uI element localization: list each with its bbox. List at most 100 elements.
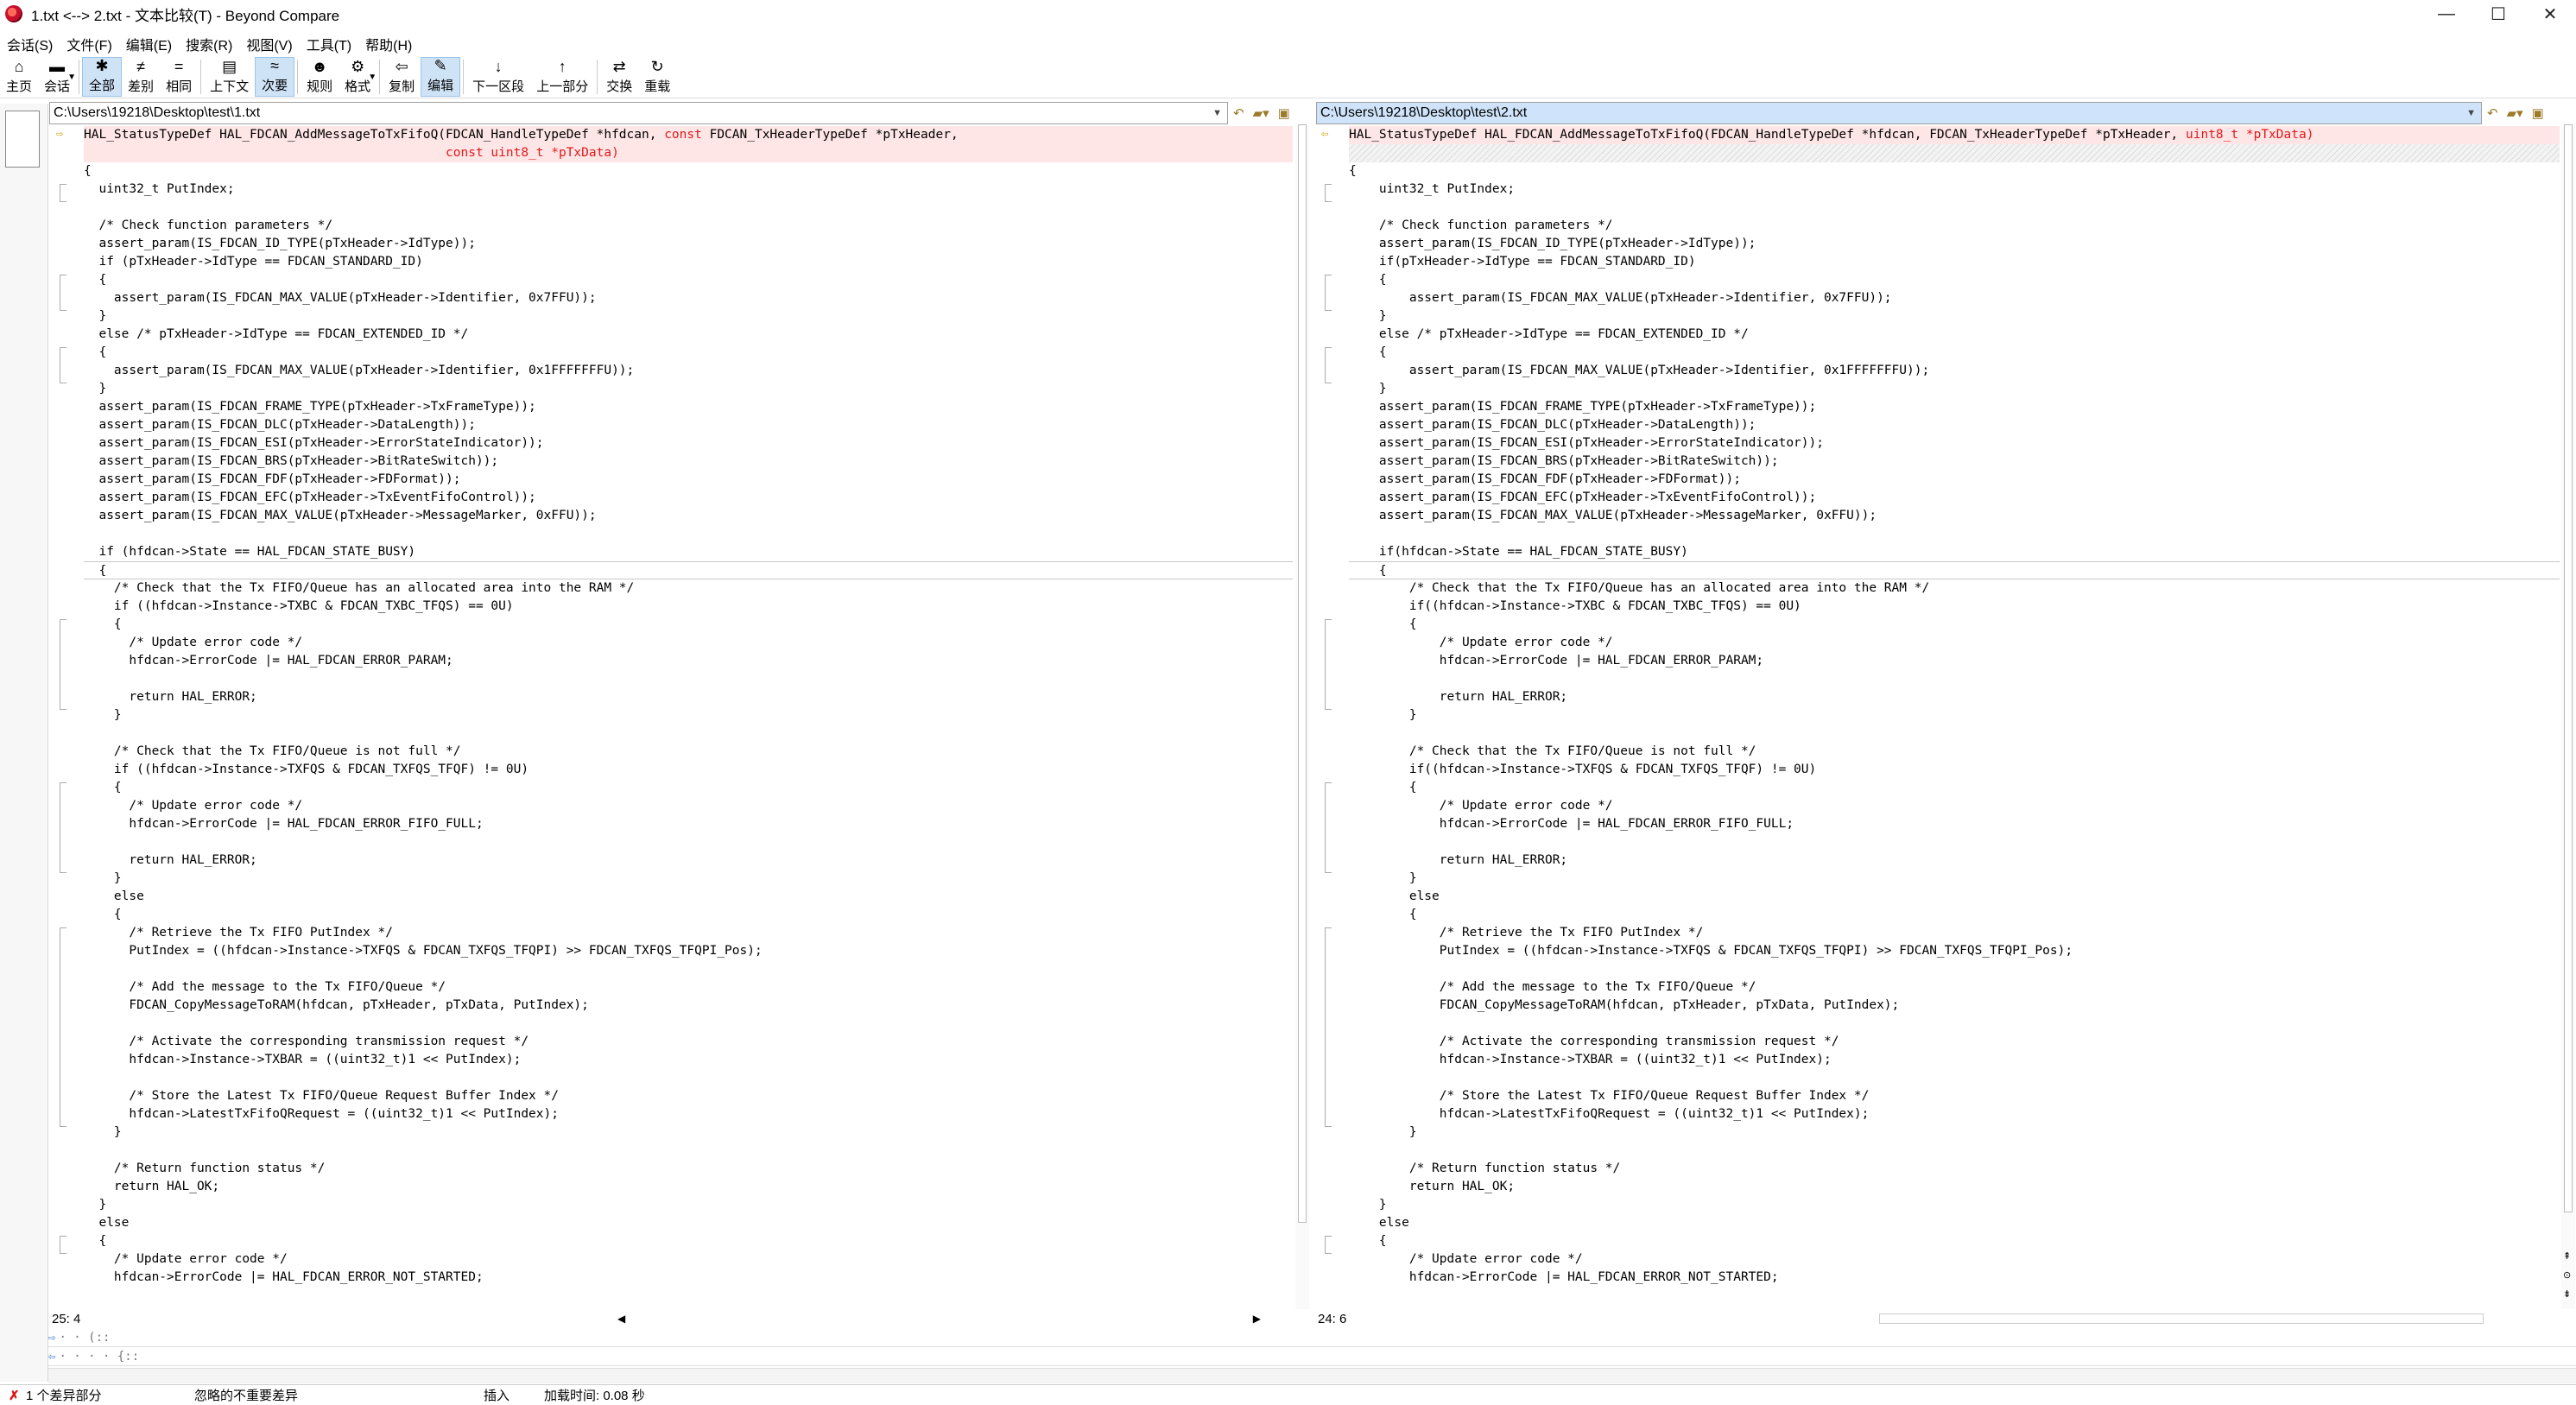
code-line[interactable]: assert_param(IS_FDCAN_ID_TYPE(pTxHeader-…: [84, 235, 1293, 253]
code-line[interactable]: hfdcan->ErrorCode |= HAL_FDCAN_ERROR_FIF…: [1349, 815, 2560, 833]
code-line[interactable]: [84, 1015, 1293, 1033]
dropdown-arrow-icon[interactable]: ▼: [368, 73, 377, 82]
code-line[interactable]: {: [1349, 561, 2560, 579]
code-line[interactable]: /* Update error code */: [84, 1250, 1293, 1269]
code-line[interactable]: /* Return function status */: [84, 1160, 1293, 1178]
left-vertical-scrollbar[interactable]: [1295, 124, 1309, 1309]
code-line[interactable]: [1349, 144, 2560, 162]
code-line[interactable]: assert_param(IS_FDCAN_MAX_VALUE(pTxHeade…: [84, 362, 1293, 380]
code-line[interactable]: {: [84, 616, 1293, 634]
code-line[interactable]: else: [84, 1214, 1293, 1232]
code-line[interactable]: assert_param(IS_FDCAN_ESI(pTxHeader->Err…: [1349, 434, 2560, 453]
code-line[interactable]: [84, 725, 1293, 743]
history-icon[interactable]: ↶: [1233, 105, 1244, 121]
code-line[interactable]: }: [1349, 1196, 2560, 1214]
code-line[interactable]: }: [1349, 307, 2560, 326]
code-line[interactable]: /* Retrieve the Tx FIFO PutIndex */: [84, 924, 1293, 942]
code-line[interactable]: if ((hfdcan->Instance->TXBC & FDCAN_TXBC…: [84, 598, 1293, 616]
detail-scrollbar[interactable]: [48, 1368, 2576, 1383]
code-line[interactable]: }: [84, 870, 1293, 888]
session-button[interactable]: ▬ 会话 ▼: [38, 57, 76, 97]
code-line[interactable]: hfdcan->ErrorCode |= HAL_FDCAN_ERROR_FIF…: [84, 815, 1293, 833]
code-line[interactable]: [1349, 525, 2560, 543]
code-line[interactable]: if((hfdcan->Instance->TXBC & FDCAN_TXBC_…: [1349, 598, 2560, 616]
copy-button[interactable]: ⇦ 复制: [383, 57, 421, 97]
code-line[interactable]: /* Update error code */: [1349, 1250, 2560, 1269]
code-line[interactable]: return HAL_ERROR;: [1349, 688, 2560, 706]
code-line[interactable]: {: [1349, 616, 2560, 634]
format-button[interactable]: ⚙ 格式 ▼: [339, 57, 377, 97]
history-icon[interactable]: ↶: [2487, 105, 2498, 121]
code-line[interactable]: /* Update error code */: [1349, 797, 2560, 815]
menu-item[interactable]: 搜索(R): [179, 34, 239, 54]
right-vertical-scrollbar[interactable]: ⇞ ⊙ ⇟: [2561, 124, 2575, 1309]
open-folder-icon[interactable]: ▰▾: [1253, 105, 1269, 121]
chevron-down-icon[interactable]: ▼: [1212, 108, 1222, 118]
code-line[interactable]: [84, 199, 1293, 217]
code-line[interactable]: {: [1349, 779, 2560, 797]
code-line[interactable]: assert_param(IS_FDCAN_FRAME_TYPE(pTxHead…: [84, 398, 1293, 416]
code-line[interactable]: /* Update error code */: [84, 634, 1293, 652]
code-line[interactable]: assert_param(IS_FDCAN_EFC(pTxHeader->TxE…: [1349, 489, 2560, 507]
code-line[interactable]: }: [84, 1196, 1293, 1214]
code-line[interactable]: /* Activate the corresponding transmissi…: [84, 1033, 1293, 1051]
code-line[interactable]: return HAL_ERROR;: [84, 851, 1293, 870]
menu-item[interactable]: 视图(V): [239, 34, 299, 54]
dropdown-arrow-icon[interactable]: ▼: [67, 73, 76, 82]
code-line[interactable]: assert_param(IS_FDCAN_MAX_VALUE(pTxHeade…: [84, 289, 1293, 307]
diff-marker-icon[interactable]: ⇦: [1321, 127, 1328, 141]
code-line[interactable]: [1349, 725, 2560, 743]
code-line[interactable]: assert_param(IS_FDCAN_BRS(pTxHeader->Bit…: [1349, 453, 2560, 471]
code-line[interactable]: }: [84, 706, 1293, 725]
code-line[interactable]: {: [1349, 344, 2560, 362]
code-line[interactable]: hfdcan->Instance->TXBAR = ((uint32_t)1 <…: [1349, 1051, 2560, 1069]
home-button[interactable]: ⌂ 主页: [0, 57, 38, 97]
code-line[interactable]: }: [84, 1123, 1293, 1142]
code-line[interactable]: /* Update error code */: [1349, 634, 2560, 652]
chevron-down-icon[interactable]: ▼: [2466, 108, 2476, 118]
code-line[interactable]: hfdcan->ErrorCode |= HAL_FDCAN_ERROR_PAR…: [84, 652, 1293, 670]
code-line[interactable]: }: [1349, 380, 2560, 398]
code-line[interactable]: [1349, 833, 2560, 851]
scroll-right-icon[interactable]: ▶: [1253, 1313, 1261, 1325]
close-button[interactable]: ✕: [2524, 0, 2576, 28]
code-line[interactable]: }: [84, 307, 1293, 326]
code-line[interactable]: [1349, 1142, 2560, 1160]
code-line[interactable]: if ((hfdcan->Instance->TXFQS & FDCAN_TXF…: [84, 761, 1293, 779]
code-line[interactable]: HAL_StatusTypeDef HAL_FDCAN_AddMessageTo…: [1349, 126, 2560, 144]
code-line[interactable]: {: [84, 561, 1293, 579]
code-line[interactable]: else: [84, 888, 1293, 906]
edit-button[interactable]: ✎ 编辑: [421, 57, 461, 97]
right-horizontal-scrollbar[interactable]: [1879, 1313, 2484, 1324]
menu-item[interactable]: 编辑(E): [119, 34, 179, 54]
right-path-field[interactable]: C:\Users\19218\Desktop\test\2.txt ▼: [1316, 102, 2482, 124]
code-line[interactable]: assert_param(IS_FDCAN_FDF(pTxHeader->FDF…: [84, 471, 1293, 489]
code-line[interactable]: /* Check that the Tx FIFO/Queue is not f…: [1349, 743, 2560, 761]
save-icon[interactable]: ▣: [1278, 105, 1290, 121]
diffs-button[interactable]: ≠ 差别: [122, 57, 160, 97]
code-line[interactable]: else: [1349, 1214, 2560, 1232]
code-line[interactable]: {: [84, 271, 1293, 289]
code-line[interactable]: assert_param(IS_FDCAN_ESI(pTxHeader->Err…: [84, 434, 1293, 453]
code-line[interactable]: hfdcan->LatestTxFifoQRequest = ((uint32_…: [84, 1105, 1293, 1123]
code-line[interactable]: uint32_t PutIndex;: [84, 180, 1293, 199]
code-line[interactable]: if(pTxHeader->IdType == FDCAN_STANDARD_I…: [1349, 253, 2560, 271]
code-line[interactable]: else: [1349, 888, 2560, 906]
left-text-pane[interactable]: HAL_StatusTypeDef HAL_FDCAN_AddMessageTo…: [49, 124, 1293, 1307]
left-path-field[interactable]: C:\Users\19218\Desktop\test\1.txt ▼: [49, 102, 1228, 124]
code-line[interactable]: assert_param(IS_FDCAN_MAX_VALUE(pTxHeade…: [1349, 289, 2560, 307]
code-line[interactable]: HAL_StatusTypeDef HAL_FDCAN_AddMessageTo…: [84, 126, 1293, 144]
code-line[interactable]: else /* pTxHeader->IdType == FDCAN_EXTEN…: [84, 326, 1293, 344]
scroll-arrows-icon[interactable]: ⇞ ⊙ ⇟: [2563, 1247, 2571, 1304]
ignored-diffs-status[interactable]: 忽略的不重要差异: [194, 1386, 298, 1404]
maximize-button[interactable]: ☐: [2472, 0, 2524, 28]
all-button[interactable]: ✱ 全部: [82, 57, 123, 97]
diff-marker-icon[interactable]: ⇨: [56, 127, 63, 141]
code-line[interactable]: /* Check that the Tx FIFO/Queue is not f…: [84, 743, 1293, 761]
code-line[interactable]: }: [1349, 1123, 2560, 1142]
code-line[interactable]: {: [1349, 271, 2560, 289]
code-line[interactable]: {: [84, 1232, 1293, 1250]
code-line[interactable]: if (pTxHeader->IdType == FDCAN_STANDARD_…: [84, 253, 1293, 271]
code-line[interactable]: {: [84, 162, 1293, 180]
scroll-left-icon[interactable]: ◀: [617, 1313, 625, 1325]
